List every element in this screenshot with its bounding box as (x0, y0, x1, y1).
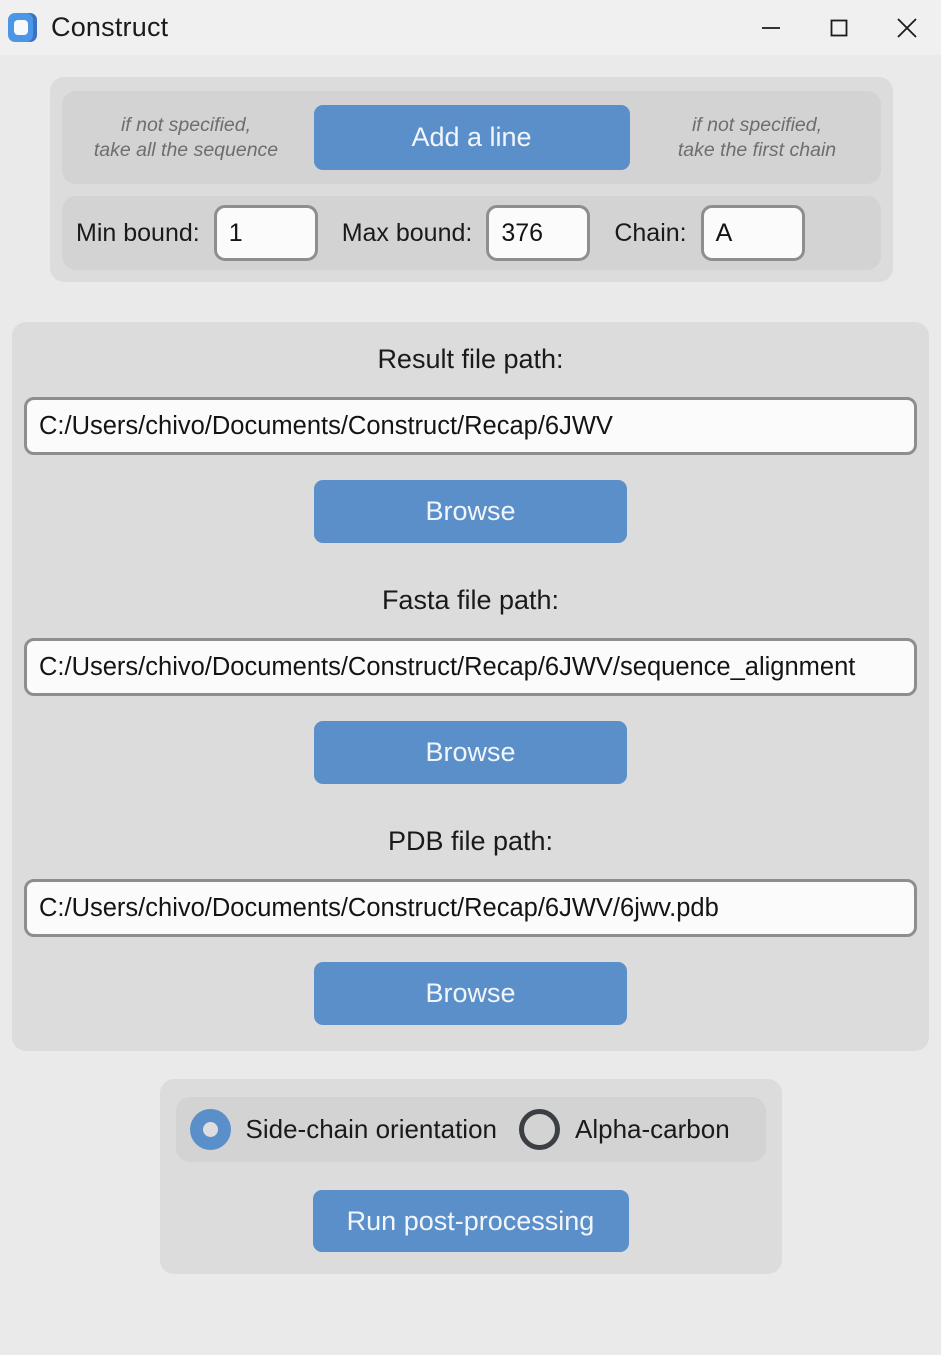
max-bound-input[interactable]: 376 (486, 205, 591, 261)
result-path-block: Result file path: C:/Users/chivo/Documen… (12, 344, 929, 543)
sequence-options-panel: if not specified, take all the sequence … (50, 77, 893, 282)
result-path-input[interactable]: C:/Users/chivo/Documents/Construct/Recap… (24, 397, 917, 455)
hint-right: if not specified, take the first chain (650, 113, 865, 163)
chain-label: Chain: (614, 218, 687, 247)
window-title: Construct (51, 12, 169, 42)
fasta-path-label: Fasta file path: (381, 585, 560, 615)
fasta-path-block: Fasta file path: C:/Users/chivo/Document… (12, 585, 929, 784)
hint-right-line2: take the first chain (677, 138, 837, 161)
radio-side-chain-label: Side-chain orientation (245, 1114, 498, 1144)
radio-alpha-carbon[interactable]: Alpha-carbon (519, 1109, 730, 1150)
fasta-browse-button[interactable]: Browse (314, 721, 627, 784)
result-path-label: Result file path: (377, 344, 564, 374)
minimize-icon (762, 26, 780, 29)
minimize-button[interactable] (737, 0, 805, 55)
hint-left-line1: if not specified, (120, 113, 252, 136)
pdb-path-block: PDB file path: C:/Users/chivo/Documents/… (12, 826, 929, 1025)
pdb-path-input[interactable]: C:/Users/chivo/Documents/Construct/Recap… (24, 879, 917, 937)
radio-unselected-icon[interactable] (519, 1109, 560, 1150)
maximize-icon (830, 19, 848, 36)
run-post-processing-button[interactable]: Run post-processing (312, 1190, 629, 1252)
radio-side-chain-orientation[interactable]: Side-chain orientation (189, 1109, 498, 1150)
orientation-mode-group: Side-chain orientation Alpha-carbon (175, 1097, 766, 1162)
maximize-button[interactable] (805, 0, 873, 55)
pdb-path-label: PDB file path: (387, 826, 554, 856)
radio-selected-icon[interactable] (189, 1109, 231, 1150)
result-browse-button[interactable]: Browse (314, 480, 627, 543)
min-bound-input[interactable]: 1 (213, 205, 318, 261)
close-icon (897, 17, 917, 38)
hint-left-line2: take all the sequence (93, 138, 279, 161)
hint-right-line1: if not specified, (691, 113, 823, 136)
add-a-line-button[interactable]: Add a line (313, 105, 630, 170)
pdb-browse-button[interactable]: Browse (314, 962, 627, 1025)
radio-alpha-carbon-label: Alpha-carbon (575, 1114, 730, 1144)
close-button[interactable] (873, 0, 941, 55)
post-processing-panel: Side-chain orientation Alpha-carbon Run … (159, 1079, 782, 1274)
add-line-row: if not specified, take all the sequence … (62, 91, 881, 184)
window-controls (737, 0, 941, 55)
hint-left: if not specified, take all the sequence (79, 113, 294, 163)
max-bound-label: Max bound: (341, 218, 473, 247)
fasta-path-input[interactable]: C:/Users/chivo/Documents/Construct/Recap… (24, 638, 917, 696)
file-paths-panel: Result file path: C:/Users/chivo/Documen… (12, 322, 929, 1051)
min-bound-label: Min bound: (76, 218, 200, 247)
chain-input[interactable]: A (700, 205, 805, 261)
bounds-row: Min bound: 1 Max bound: 376 Chain: A (62, 196, 881, 270)
window-titlebar: Construct (0, 0, 941, 55)
app-logo-icon (8, 13, 37, 42)
